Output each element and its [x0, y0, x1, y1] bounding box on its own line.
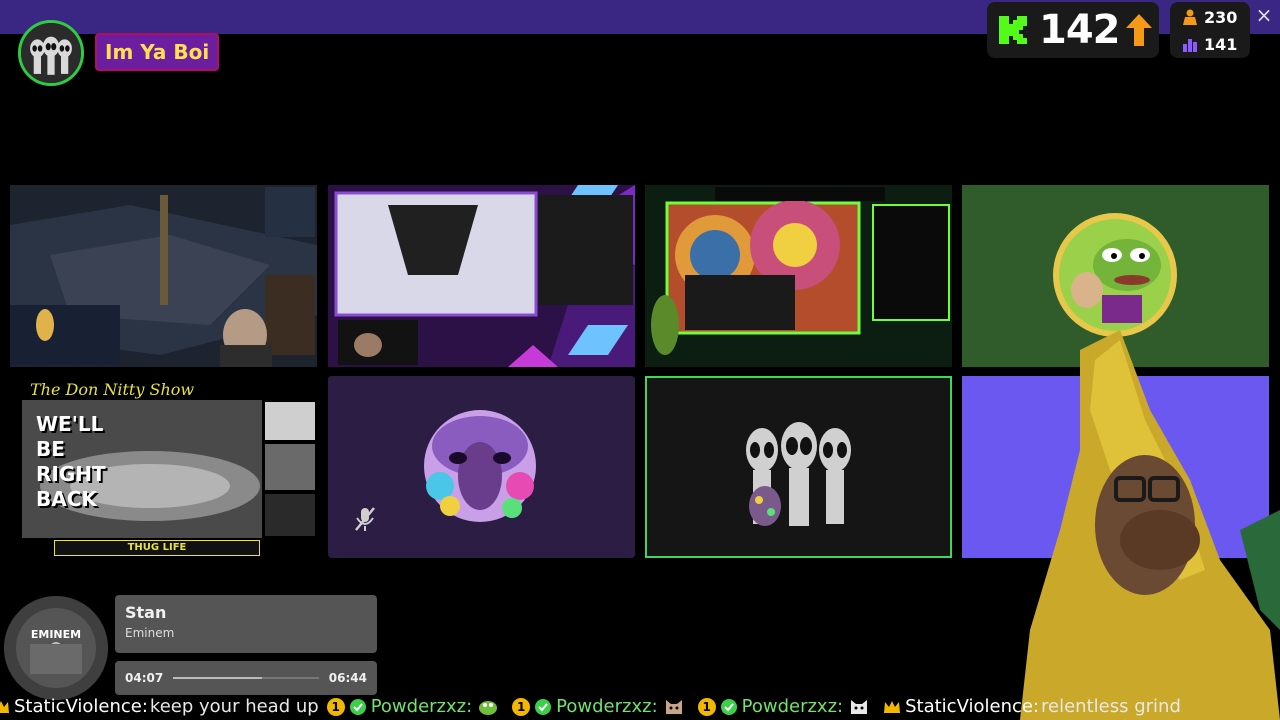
- ticker-item: 1 Powderzxz:: [512, 694, 689, 720]
- coin-icon: 1: [512, 698, 531, 716]
- ticker-message: relentless grind: [1041, 696, 1181, 717]
- ticker-item: StaticViolence: keep your head up: [0, 694, 319, 720]
- alien-trio-icon: [21, 23, 81, 83]
- alien-trio-avatar-icon: [647, 378, 950, 556]
- chat-ticker: StaticViolence: keep your head up 1 Powd…: [0, 694, 1280, 720]
- viewer-count: 142: [1039, 7, 1120, 53]
- ticker-username: Powderzxz:: [370, 696, 473, 717]
- verified-check-icon: [535, 699, 552, 715]
- kick-logo-icon: [997, 14, 1029, 46]
- host-name: Im Ya Boi: [95, 33, 220, 71]
- album-art: EMINEM: [4, 596, 108, 700]
- guest-tile-don-nitty-show[interactable]: The Don Nitty Show WE'LL BE RIGHT BACK T…: [10, 376, 317, 558]
- progress-track: [173, 677, 319, 679]
- verified-check-icon: [720, 699, 737, 715]
- coin-icon: 1: [326, 698, 345, 716]
- guest-tile-purple-stream[interactable]: [328, 185, 635, 367]
- ticker-username: StaticViolence:: [905, 696, 1040, 717]
- verified-check-icon: [349, 699, 366, 715]
- streamer-webcam-video: [1020, 330, 1280, 720]
- track-title: Stan: [125, 603, 167, 622]
- ticker-item: 1 Powderzxz:: [697, 694, 875, 720]
- microphone-muted-icon: [348, 502, 382, 536]
- person-icon: [1183, 9, 1197, 25]
- album-label: EMINEM: [30, 628, 82, 641]
- webcam-overlay: [1020, 330, 1280, 720]
- crown-icon: [884, 701, 901, 713]
- ticker-username: Powderzxz:: [741, 696, 844, 717]
- viewer-count-badge: 142: [987, 2, 1159, 58]
- guest-tile-alien-avatar[interactable]: [645, 376, 952, 558]
- purple-stream-video: [328, 185, 635, 367]
- elapsed-time: 04:07: [125, 671, 164, 685]
- frog-emote-icon: [479, 701, 498, 715]
- subs-count: 141: [1204, 34, 1238, 54]
- host-avatar[interactable]: [18, 20, 84, 86]
- now-playing: Stan Eminem: [115, 595, 377, 653]
- ticker-message: keep your head up: [149, 696, 319, 717]
- brb-text: WE'LL BE RIGHT BACK: [36, 412, 106, 511]
- progress-fill: [173, 677, 262, 679]
- thug-life-banner: THUG LIFE: [54, 540, 260, 556]
- coin-icon: 1: [697, 698, 716, 716]
- track-progress: 04:07 06:44: [115, 661, 377, 695]
- cat-emote-icon: [851, 700, 868, 714]
- guest-tile-game-stream[interactable]: [10, 185, 317, 367]
- arrow-up-icon: [1124, 12, 1154, 48]
- ticker-item: 1 Powderzxz:: [326, 694, 504, 720]
- guest-tile-mushroom-avatar[interactable]: [328, 376, 635, 558]
- crown-icon: [0, 701, 9, 713]
- show-title: The Don Nitty Show: [30, 380, 195, 399]
- ticker-item: StaticViolence: relentless grind: [883, 694, 1181, 720]
- close-icon[interactable]: ×: [1254, 4, 1274, 26]
- psychedelic-stream-video: [645, 185, 952, 367]
- stats-box: 230 141: [1170, 2, 1250, 58]
- cat-emote-icon: [665, 700, 682, 714]
- followers-count: 230: [1204, 7, 1238, 27]
- ticker-username: StaticViolence:: [14, 696, 148, 717]
- vinyl-disc-icon: [4, 596, 108, 700]
- track-artist: Eminem: [125, 626, 175, 640]
- ticker-username: Powderzxz:: [556, 696, 658, 717]
- total-time: 06:44: [328, 671, 367, 685]
- bar-chart-icon: [1183, 39, 1197, 52]
- game-stream-video: [10, 185, 317, 367]
- guest-tile-psychedelic-stream[interactable]: [645, 185, 952, 367]
